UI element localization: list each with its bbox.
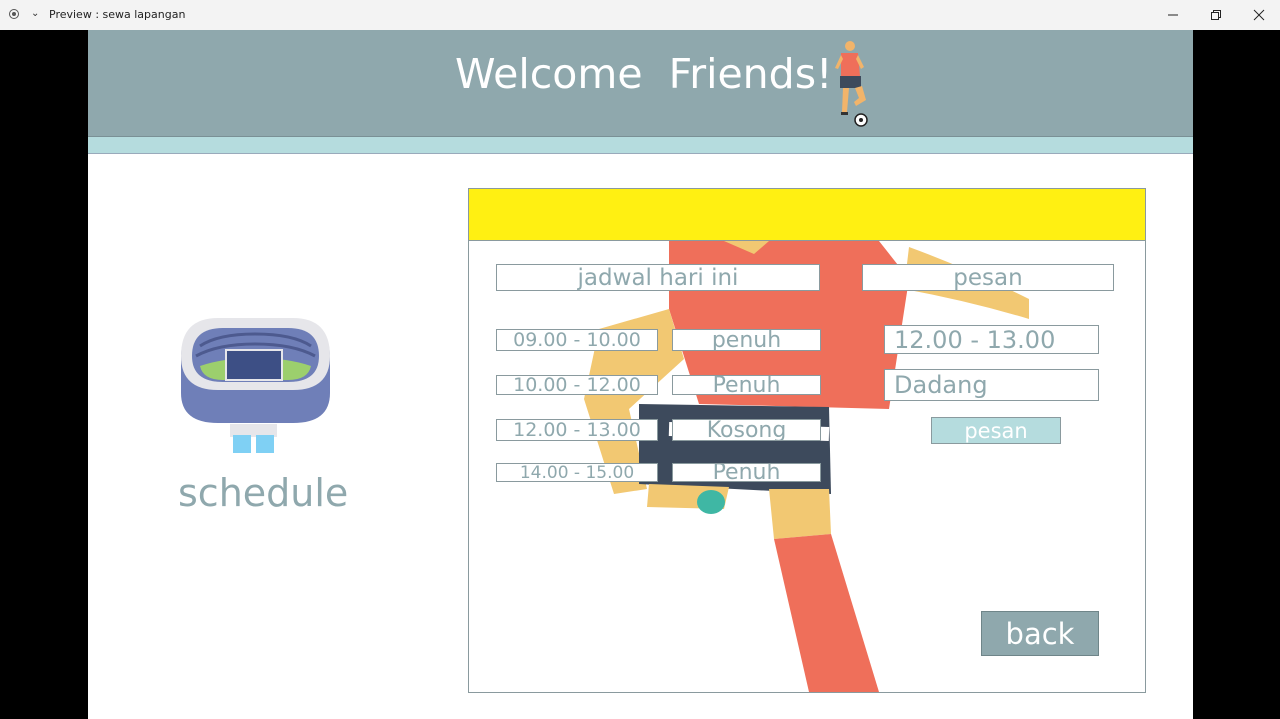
maximize-icon [1211, 10, 1221, 20]
close-button[interactable] [1237, 0, 1280, 30]
page-title: Welcome Friends! [455, 50, 833, 98]
pesan-button[interactable]: pesan [931, 417, 1061, 444]
close-icon [1253, 9, 1265, 21]
back-button[interactable]: back [981, 611, 1099, 656]
slot-status-3: Kosong [672, 419, 821, 441]
maximize-button[interactable] [1194, 0, 1238, 30]
slot-status-2: Penuh [672, 375, 821, 395]
stadium-icon [181, 318, 330, 453]
record-icon [9, 9, 19, 19]
header-accent-bar [88, 137, 1193, 154]
app-window: Welcome Friends! schedule jadwal hari in… [88, 30, 1193, 719]
header-bar: Welcome Friends! [88, 30, 1193, 137]
slot-time-1: 09.00 - 10.00 [496, 329, 658, 351]
schedule-label: schedule [178, 471, 349, 515]
order-time-field[interactable]: 12.00 - 13.00 [884, 325, 1099, 354]
schedule-header-label: jadwal hari ini [496, 264, 820, 291]
schedule-panel: jadwal hari ini pesan 09.00 - 10.00 penu… [468, 188, 1146, 693]
soccer-player-icon [835, 41, 868, 127]
order-header-label: pesan [862, 264, 1114, 291]
minimize-button[interactable] [1151, 0, 1195, 30]
window-titlebar: ⌄ Preview : sewa lapangan [0, 0, 1280, 30]
window-title: Preview : sewa lapangan [49, 8, 186, 21]
slot-time-2: 10.00 - 12.00 [496, 375, 658, 395]
slot-status-1: penuh [672, 329, 821, 351]
slot-time-4: 14.00 - 15.00 [496, 463, 658, 482]
minimize-icon [1168, 14, 1178, 16]
slot-time-3: 12.00 - 13.00 [496, 419, 658, 441]
chevron-down-icon[interactable]: ⌄ [31, 8, 39, 19]
order-name-field[interactable]: Dadang [884, 369, 1099, 401]
slot-status-4: Penuh [672, 463, 821, 482]
